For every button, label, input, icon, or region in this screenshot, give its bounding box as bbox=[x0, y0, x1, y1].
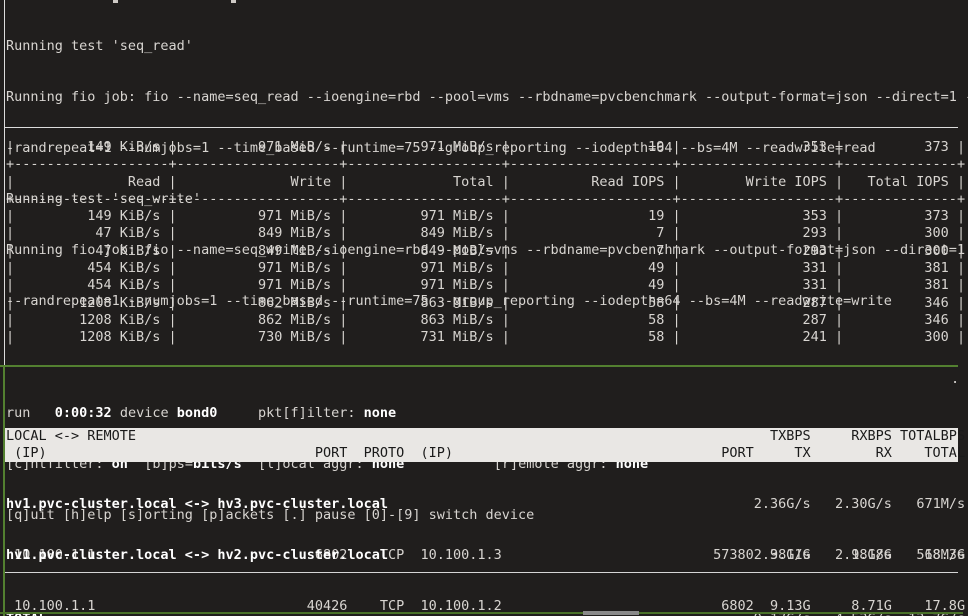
total-separator-line bbox=[5, 572, 958, 573]
trafshow-header-line2: (IP) PORT PROTO (IP) PORT TX RX TOTAL bbox=[5, 445, 958, 462]
trafshow-header-bar: LOCAL <-> REMOTE TXBPS RXBPS TOTALBPS (I… bbox=[5, 428, 958, 462]
bold-text-segment: bond0 bbox=[177, 405, 218, 421]
section-separator-white bbox=[5, 127, 958, 128]
terminal-line: Running fio job: fio --name=seq_read --i… bbox=[6, 89, 968, 106]
scrollbar-thumb[interactable] bbox=[583, 611, 639, 615]
clipped-text-artifact bbox=[231, 0, 236, 3]
terminal[interactable]: Running test 'seq_read' Running fio job:… bbox=[0, 0, 968, 616]
connection-host-row: hv1.pvc-cluster.local <-> hv2.pvc-cluste… bbox=[6, 547, 965, 564]
table-row: | 149 KiB/s | 971 MiB/s | 971 MiB/s | 19… bbox=[6, 208, 965, 225]
table-row: | 454 KiB/s | 971 MiB/s | 971 MiB/s | 49… bbox=[6, 260, 965, 277]
table-row: | 1208 KiB/s | 730 MiB/s | 731 MiB/s | 5… bbox=[6, 329, 965, 346]
table-header-row: | Read | Write | Total | Read IOPS | Wri… bbox=[6, 174, 965, 191]
trafshow-header-line1: LOCAL <-> REMOTE TXBPS RXBPS TOTALBPS bbox=[5, 428, 958, 445]
text-segment: pkt[f]ilter: bbox=[217, 405, 363, 421]
bottom-border-green bbox=[0, 612, 963, 614]
trafshow-run-line: run 0:00:32 device bond0 pkt[f]ilter: no… bbox=[6, 405, 648, 422]
pane-border-left-white bbox=[4, 0, 5, 366]
bold-text-segment: hv1.pvc-cluster.local <-> hv2.pvc-cluste… bbox=[6, 547, 388, 563]
io-stats-table: | 149 KiB/s | 971 MiB/s | 971 MiB/s | 19… bbox=[6, 139, 965, 347]
table-separator: +-------------------+-------------------… bbox=[6, 156, 965, 173]
bold-text-segment: none bbox=[364, 405, 397, 421]
trafshow-total-section: TOTAL 9.17G/s 4.53G/s 13.7G/s bbox=[6, 577, 965, 616]
text-segment: 2.36G/s 2.30G/s 671M/s bbox=[388, 496, 965, 512]
table-row: | 47 KiB/s | 849 MiB/s | 849 MiB/s | 7 |… bbox=[6, 243, 965, 260]
bold-text-segment: 0:00:32 bbox=[55, 405, 112, 421]
spinner-dot: . bbox=[951, 371, 959, 388]
text-segment: device bbox=[112, 405, 177, 421]
table-separator: +-------------------+-------------------… bbox=[6, 191, 965, 208]
connection-host-row: hv1.pvc-cluster.local <-> hv3.pvc-cluste… bbox=[6, 496, 965, 513]
pane-separator-green bbox=[0, 365, 958, 367]
clipped-text-artifact bbox=[113, 0, 118, 3]
table-current-row: | 149 KiB/s | 971 MiB/s | 971 MiB/s | 19… bbox=[6, 139, 965, 156]
text-segment: 2.38G/s 2.18G/s 568M/s bbox=[388, 547, 965, 563]
table-row: | 1208 KiB/s | 862 MiB/s | 863 MiB/s | 5… bbox=[6, 295, 965, 312]
table-row: | 47 KiB/s | 849 MiB/s | 849 MiB/s | 7 |… bbox=[6, 225, 965, 242]
table-row: | 1208 KiB/s | 862 MiB/s | 863 MiB/s | 5… bbox=[6, 312, 965, 329]
table-row: | 454 KiB/s | 971 MiB/s | 971 MiB/s | 49… bbox=[6, 277, 965, 294]
terminal-line: Running test 'seq_read' bbox=[6, 38, 968, 55]
text-segment: run bbox=[6, 405, 55, 421]
pane-border-left-green bbox=[3, 365, 5, 616]
bold-text-segment: hv1.pvc-cluster.local <-> hv3.pvc-cluste… bbox=[6, 496, 388, 512]
